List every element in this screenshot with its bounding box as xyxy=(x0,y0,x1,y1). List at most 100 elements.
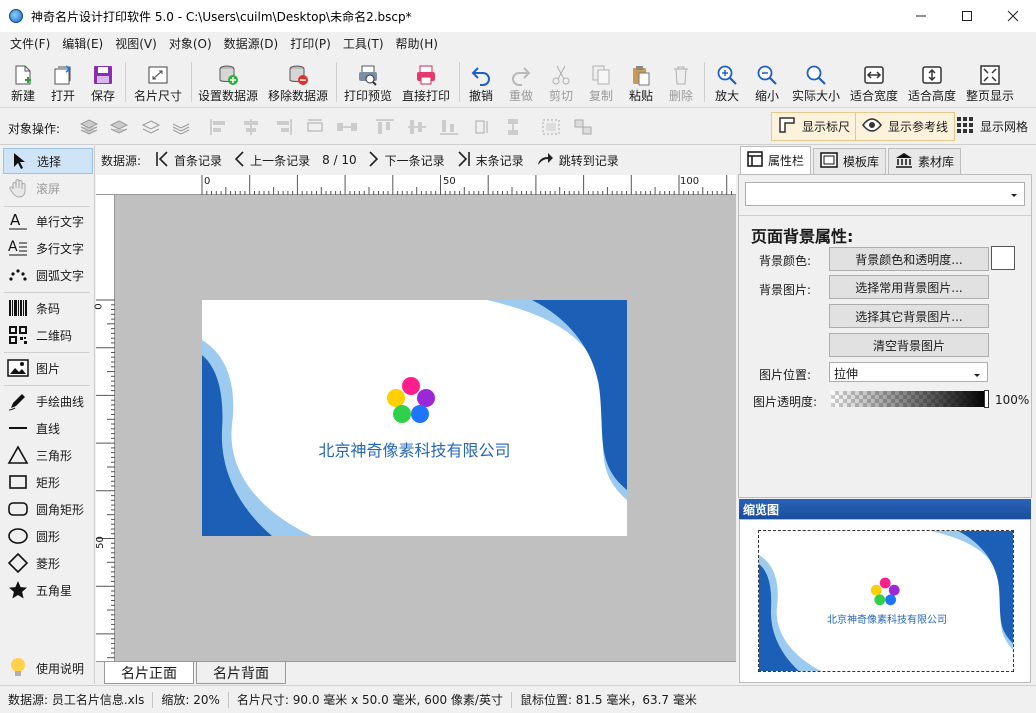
choose-common-bg-button[interactable]: 选择常用背景图片... xyxy=(829,275,989,299)
menu-view[interactable]: 视图(V) xyxy=(109,32,163,56)
align-bottom-icon[interactable] xyxy=(438,117,460,137)
scroll-tool[interactable]: 滚屏 xyxy=(3,175,93,201)
menu-tools[interactable]: 工具(T) xyxy=(337,32,390,56)
jump-to-record-button[interactable]: 跳转到记录 xyxy=(536,151,619,170)
line-tool-label: 直线 xyxy=(36,421,61,436)
bring-to-front-icon[interactable] xyxy=(78,117,100,137)
full-page-button[interactable]: 整页显示 xyxy=(964,60,1016,104)
menu-edit[interactable]: 编辑(E) xyxy=(56,32,109,56)
send-backward-icon[interactable] xyxy=(140,117,162,137)
zoom-in-button[interactable]: 放大 xyxy=(712,60,742,104)
minimize-button[interactable] xyxy=(898,0,944,32)
company-name-text[interactable]: 北京神奇像素科技有限公司 xyxy=(202,437,627,461)
section-title: 页面背景属性: xyxy=(751,227,854,246)
star-tool[interactable]: 五角星 xyxy=(3,577,93,603)
menu-print[interactable]: 打印(P) xyxy=(284,32,337,56)
actual-size-button[interactable]: 实际大小 xyxy=(790,60,842,104)
last-record-button[interactable]: 末条记录 xyxy=(457,150,524,170)
save-button[interactable]: 保存 xyxy=(88,60,118,104)
tab-card-front[interactable]: 名片正面 xyxy=(104,662,194,684)
align-right-icon[interactable] xyxy=(272,117,294,137)
ellipse-tool[interactable]: 圆形 xyxy=(3,523,93,549)
send-to-back-icon[interactable] xyxy=(170,117,192,137)
align-center-icon[interactable] xyxy=(240,117,262,137)
qrcode-icon xyxy=(7,324,29,346)
rectangle-tool[interactable]: 矩形 xyxy=(3,469,93,495)
line-tool[interactable]: 直线 xyxy=(3,415,93,441)
first-record-button[interactable]: 首条记录 xyxy=(155,150,223,170)
cut-button[interactable]: 剪切 xyxy=(546,60,576,104)
distribute-horizontal-icon[interactable] xyxy=(304,117,326,137)
undo-icon xyxy=(469,63,493,87)
print-preview-button[interactable]: 打印预览 xyxy=(342,60,394,104)
group-icon[interactable] xyxy=(540,117,562,137)
triangle-tool[interactable]: 三角形 xyxy=(3,442,93,468)
fit-height-button[interactable]: 适合高度 xyxy=(906,60,958,104)
object-selector-dropdown[interactable] xyxy=(745,182,1025,206)
close-button[interactable] xyxy=(990,0,1036,32)
align-top-icon[interactable] xyxy=(374,117,396,137)
v-ruler-label-0: 0 xyxy=(93,303,105,310)
opacity-slider[interactable] xyxy=(831,390,989,408)
tab-properties[interactable]: 属性栏 xyxy=(740,146,812,174)
direct-print-button[interactable]: 直接打印 xyxy=(400,60,452,104)
tab-card-back[interactable]: 名片背面 xyxy=(196,662,286,684)
distribute-spacing-icon[interactable] xyxy=(336,117,358,137)
clear-bg-button[interactable]: 清空背景图片 xyxy=(829,333,989,357)
opacity-slider-handle[interactable] xyxy=(984,390,989,408)
properties-icon xyxy=(747,151,763,170)
single-line-text-tool[interactable]: A 单行文字 xyxy=(3,208,93,234)
distribute-v-spacing-icon[interactable] xyxy=(502,117,524,137)
rounded-rectangle-tool[interactable]: 圆角矩形 xyxy=(3,496,93,522)
remove-datasource-button[interactable]: 移除数据源 xyxy=(267,60,329,104)
image-position-select[interactable]: 拉伸 xyxy=(829,362,988,382)
thumb-wave-right-dark xyxy=(958,531,1013,644)
next-record-button[interactable]: 下一条记录 xyxy=(369,150,445,170)
show-ruler-toggle[interactable]: 显示标尺 xyxy=(771,112,858,141)
bg-color-button[interactable]: 背景颜色和透明度... xyxy=(829,247,989,271)
image-tool[interactable]: 图片 xyxy=(3,355,93,381)
undo-button[interactable]: 撤销 xyxy=(466,60,496,104)
menu-file[interactable]: 文件(F) xyxy=(4,32,56,56)
copy-button[interactable]: 复制 xyxy=(586,60,616,104)
thumbnail-card[interactable]: 北京神奇像素科技有限公司 xyxy=(758,530,1014,672)
redo-button[interactable]: 重做 xyxy=(506,60,536,104)
align-middle-icon[interactable] xyxy=(406,117,428,137)
tab-templates[interactable]: 模板库 xyxy=(813,148,887,174)
paste-button[interactable]: 粘贴 xyxy=(626,60,656,104)
open-button[interactable]: 打开 xyxy=(48,60,78,104)
fit-width-button[interactable]: 适合宽度 xyxy=(848,60,900,104)
new-button[interactable]: 新建 xyxy=(8,60,38,104)
ungroup-icon[interactable] xyxy=(572,117,594,137)
menu-help[interactable]: 帮助(H) xyxy=(390,32,444,56)
help-tool[interactable]: 使用说明 xyxy=(3,655,93,681)
show-grid-toggle[interactable]: 显示网格 xyxy=(950,112,1034,141)
maximize-button[interactable] xyxy=(944,0,990,32)
card-size-button[interactable]: 名片尺寸 xyxy=(132,60,184,104)
multi-line-text-tool[interactable]: A 多行文字 xyxy=(3,235,93,261)
barcode-tool[interactable]: 条码 xyxy=(3,295,93,321)
business-card-page[interactable]: 北京神奇像素科技有限公司 xyxy=(202,300,627,536)
menu-object[interactable]: 对象(O) xyxy=(163,32,218,56)
prev-record-button[interactable]: 上一条记录 xyxy=(234,150,310,170)
show-guides-toggle[interactable]: 显示参考线 xyxy=(855,112,956,141)
tab-materials[interactable]: 素材库 xyxy=(888,148,962,174)
qrcode-tool[interactable]: 二维码 xyxy=(3,322,93,348)
choose-other-bg-button[interactable]: 选择其它背景图片... xyxy=(829,304,989,328)
select-tool[interactable]: 选择 xyxy=(3,148,93,174)
diamond-tool[interactable]: 菱形 xyxy=(3,550,93,576)
app-icon xyxy=(9,9,23,23)
first-record-label: 首条记录 xyxy=(174,153,223,168)
window-title: 神奇名片设计打印软件 5.0 - C:\Users\cuilm\Desktop\… xyxy=(31,9,412,24)
set-datasource-button[interactable]: 设置数据源 xyxy=(197,60,259,104)
arc-text-tool[interactable]: 圆弧文字 xyxy=(3,262,93,288)
align-left-icon[interactable] xyxy=(208,117,230,137)
zoom-out-button[interactable]: 缩小 xyxy=(752,60,782,104)
freehand-tool[interactable]: 手绘曲线 xyxy=(3,388,93,414)
distribute-vertical-icon[interactable] xyxy=(470,117,492,137)
delete-button[interactable]: 删除 xyxy=(666,60,696,104)
bring-forward-icon[interactable] xyxy=(108,117,130,137)
thumb-dot-green xyxy=(874,594,886,606)
bg-color-swatch[interactable] xyxy=(991,246,1015,270)
menu-datasource[interactable]: 数据源(D) xyxy=(218,32,285,56)
